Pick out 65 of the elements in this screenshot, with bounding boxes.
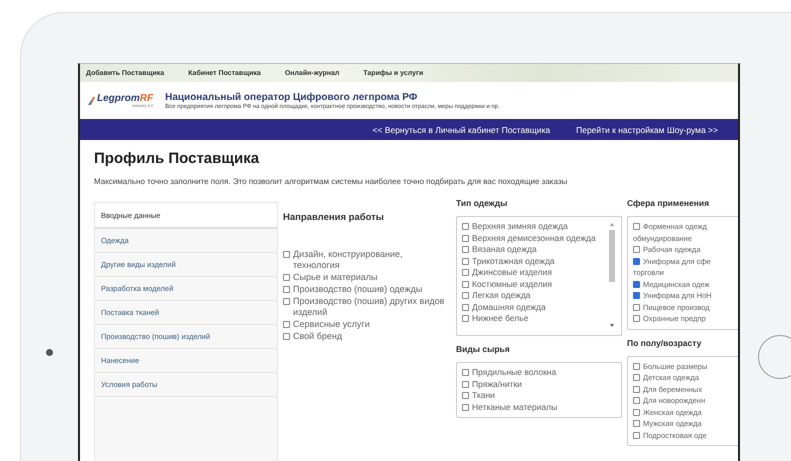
option-label: Свой бренд xyxy=(293,331,342,342)
checkbox[interactable] xyxy=(283,274,290,281)
option-label: Дизайн, конструирование, технология xyxy=(293,249,404,271)
option-label: Трикотажная одежда xyxy=(472,256,555,267)
section-title: Тип одежды xyxy=(456,198,508,208)
checkbox[interactable] xyxy=(633,386,640,393)
checkbox[interactable] xyxy=(633,374,640,382)
checkbox[interactable] xyxy=(633,432,640,439)
checkbox[interactable] xyxy=(462,392,469,400)
checkbox[interactable] xyxy=(283,333,290,340)
checkbox[interactable] xyxy=(462,304,469,311)
checkbox[interactable] xyxy=(633,292,640,300)
checkbox[interactable] xyxy=(283,251,290,258)
option-label: Пряжа/нитки xyxy=(472,378,522,390)
checkbox[interactable] xyxy=(462,380,469,388)
option-label: Сырье и материалы xyxy=(293,272,378,283)
checkbox[interactable] xyxy=(462,223,469,230)
option-label: Джинсовые изделия xyxy=(472,267,552,278)
checkbox[interactable] xyxy=(633,246,640,254)
option-label: Производство (пошив) других видов изделий xyxy=(293,296,446,318)
option-label: Нетканые материалы xyxy=(472,402,558,413)
option-label: Верхняя зимняя одежда xyxy=(472,221,568,232)
checkbox[interactable] xyxy=(633,258,640,265)
checkbox[interactable] xyxy=(633,304,640,311)
page-title: Профиль Поставщика xyxy=(94,150,260,167)
action-link[interactable]: << Вернуться в Личный кабинет Поставщика xyxy=(372,124,550,134)
checkbox[interactable] xyxy=(462,234,469,242)
option-label: Домашняя одежда xyxy=(472,302,546,313)
checkbox[interactable] xyxy=(633,397,640,404)
checkbox[interactable] xyxy=(633,280,640,288)
section-title: Направления работы xyxy=(283,212,385,223)
logo-icon xyxy=(88,96,96,106)
checkbox[interactable] xyxy=(462,369,469,376)
checkbox[interactable] xyxy=(283,298,290,305)
checkbox[interactable] xyxy=(462,404,469,411)
option-label: Легкая одежда xyxy=(472,290,531,302)
checkbox[interactable] xyxy=(633,315,640,322)
option-label: Верхняя демисезонная одежда xyxy=(472,232,596,244)
checkbox[interactable] xyxy=(633,362,640,370)
option-label: Костюмные изделия xyxy=(472,278,552,290)
option-label: Прядильные волокна xyxy=(472,367,556,378)
option-label: Нижнее белье xyxy=(472,313,528,324)
section-title: По полу/возрасту xyxy=(627,338,702,348)
checkbox[interactable] xyxy=(283,286,290,293)
checkbox[interactable] xyxy=(462,246,469,254)
checkbox[interactable] xyxy=(462,269,469,276)
option-label: Производство (пошив) одежды xyxy=(293,284,422,295)
site-title: Национальный оператор Цифрового легпрома РФ xyxy=(165,92,418,102)
checkbox[interactable] xyxy=(633,408,640,416)
option-label: Ткани xyxy=(472,390,495,402)
action-link[interactable]: Перейти к настройкам Шоу-рума >> xyxy=(576,124,718,134)
checkbox[interactable] xyxy=(462,292,469,300)
checkbox[interactable] xyxy=(283,321,290,328)
option-label: Сервисные услуги xyxy=(293,319,370,330)
option-label: Вязаная одежда xyxy=(472,244,537,256)
section-title: Сфера применения xyxy=(627,198,710,208)
checkbox[interactable] xyxy=(633,420,640,428)
section-title: Виды сырья xyxy=(456,344,511,354)
camera-icon xyxy=(46,349,53,356)
checkbox[interactable] xyxy=(633,223,640,230)
checkbox[interactable] xyxy=(462,315,469,322)
checkbox[interactable] xyxy=(462,280,469,288)
checkbox[interactable] xyxy=(462,258,469,265)
intro-text: Максимально точно заполните поля. Это позволит алгоритмам системы наиболее точно подбирать для вас походящие заказы xyxy=(94,177,568,186)
home-button[interactable] xyxy=(758,335,791,379)
